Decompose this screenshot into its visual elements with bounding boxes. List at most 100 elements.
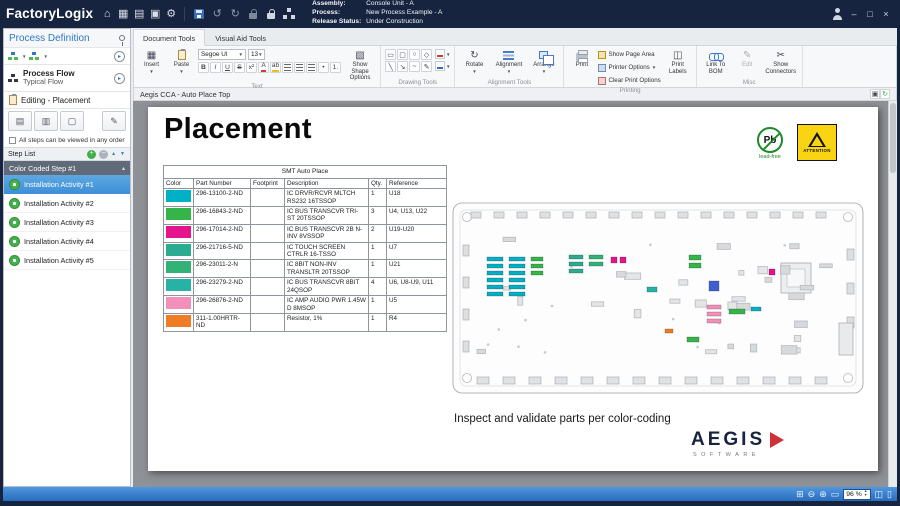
unlock-button[interactable] bbox=[244, 4, 262, 24]
open-flow-icon[interactable]: ▸ bbox=[114, 73, 125, 84]
step-item[interactable]: Installation Activity #5 bbox=[4, 251, 130, 270]
fit-width-icon[interactable]: ◫ bbox=[875, 490, 884, 499]
show-page-area-button[interactable]: Show Page Area bbox=[598, 49, 660, 60]
line-tool-button[interactable]: ╲ bbox=[385, 61, 396, 72]
flow-edit-icon[interactable] bbox=[32, 52, 36, 55]
sync-forward-button[interactable]: ↻ bbox=[226, 4, 244, 24]
square-shape-button[interactable]: ▢ bbox=[397, 49, 408, 60]
zoom-out-icon[interactable]: ⊖ bbox=[808, 490, 816, 499]
bullet-list-button[interactable]: • bbox=[318, 62, 329, 73]
chevron-down-icon[interactable]: ▼ bbox=[22, 54, 26, 59]
printer-options-icon bbox=[598, 64, 606, 72]
move-step-down-icon[interactable]: ▼ bbox=[120, 151, 126, 157]
chevron-down-icon[interactable]: ▼ bbox=[43, 54, 47, 59]
zoom-level-spinner[interactable]: 96 % ▲▼ bbox=[843, 489, 870, 500]
print-button[interactable]: Print bbox=[568, 47, 595, 86]
rectangle-shape-button[interactable]: ▭ bbox=[385, 49, 396, 60]
table-row: 296-23011-2-NIC 8BIT NON-INV TRANSLTR 20… bbox=[164, 260, 447, 278]
ellipse-shape-button[interactable]: ○ bbox=[409, 49, 420, 60]
step-item[interactable]: Installation Activity #4 bbox=[4, 232, 130, 251]
documents-icon[interactable]: ▤ bbox=[131, 7, 147, 20]
vertical-scrollbar[interactable] bbox=[888, 101, 897, 487]
line-color-dropdown[interactable]: ▼ bbox=[435, 61, 450, 71]
add-step-button[interactable]: + bbox=[87, 150, 96, 159]
alignment-button[interactable]: Alignment ▼ bbox=[492, 47, 525, 78]
printer-options-button[interactable]: Printer Options▼ bbox=[598, 62, 660, 73]
settings-gear-icon[interactable]: ⚙ bbox=[163, 7, 179, 20]
process-flow-row[interactable]: Process Flow Typical Flow ▸ bbox=[4, 65, 130, 91]
step-item[interactable]: Installation Activity #3 bbox=[4, 213, 130, 232]
document-canvas[interactable]: Placement SMT Auto Place ColorPart Numbe… bbox=[133, 101, 897, 487]
process-tree-button[interactable] bbox=[280, 4, 298, 24]
maximize-button[interactable]: □ bbox=[862, 9, 878, 19]
numbered-list-button[interactable]: 1. bbox=[330, 62, 341, 73]
step-item[interactable]: Installation Activity #1 bbox=[4, 175, 130, 194]
link-to-bom-button[interactable]: Link To BOM bbox=[701, 47, 731, 78]
collapse-icon[interactable]: ▴ bbox=[122, 165, 125, 172]
order-checkbox[interactable] bbox=[9, 137, 16, 144]
scrollbar-thumb[interactable] bbox=[890, 103, 896, 173]
pan-tool-icon[interactable]: ⊞ bbox=[796, 490, 804, 499]
flow-view-icon[interactable] bbox=[11, 52, 15, 55]
edit-button[interactable]: ✎ Edit bbox=[734, 47, 761, 78]
edit-document-button[interactable]: ✎ bbox=[102, 111, 126, 131]
fit-page-icon[interactable]: ▯ bbox=[887, 490, 892, 499]
library-icon[interactable]: ▣ bbox=[147, 7, 163, 20]
font-size-select[interactable]: 13▼ bbox=[248, 49, 265, 60]
zoom-in-icon[interactable]: ⊕ bbox=[819, 490, 827, 499]
tab-document-tools[interactable]: Document Tools bbox=[133, 29, 205, 46]
font-name-select[interactable]: Segoe UI▼ bbox=[198, 49, 246, 60]
align-center-button[interactable] bbox=[294, 62, 305, 73]
arrange-button[interactable]: Arrange ▼ bbox=[528, 47, 559, 78]
underline-button[interactable]: U bbox=[222, 62, 233, 73]
italic-button[interactable]: I bbox=[210, 62, 221, 73]
view-steps-button[interactable]: ▤ bbox=[8, 111, 32, 131]
rotate-button[interactable]: ↻ Rotate ▼ bbox=[459, 47, 489, 78]
table-row: 311-1.00HRTR-NDResistor, 1%1R4 bbox=[164, 313, 447, 331]
dashboard-icon[interactable]: ▦ bbox=[115, 7, 131, 20]
user-menu-button[interactable] bbox=[828, 4, 846, 24]
fill-color-dropdown[interactable]: ▼ bbox=[435, 49, 450, 59]
insert-button[interactable]: ▦ Insert ▼ bbox=[138, 47, 165, 82]
paste-button[interactable]: Paste ▼ bbox=[168, 47, 195, 82]
reference-cell: U6, U8-U9, U11 bbox=[387, 278, 447, 296]
footprint-cell bbox=[251, 242, 285, 260]
show-shape-options-button[interactable]: ▧ Show Shape Options bbox=[344, 47, 376, 82]
sync-back-button[interactable]: ↺ bbox=[208, 4, 226, 24]
titlebar-separator bbox=[184, 7, 185, 21]
close-button[interactable]: × bbox=[878, 9, 894, 19]
zoom-down-icon[interactable]: ▼ bbox=[864, 494, 868, 498]
tab-visual-aid-tools[interactable]: Visual Aid Tools bbox=[205, 29, 276, 45]
minimize-button[interactable]: – bbox=[846, 9, 862, 19]
lock-button[interactable] bbox=[262, 4, 280, 24]
save-button[interactable] bbox=[190, 4, 208, 24]
align-left-button[interactable] bbox=[282, 62, 293, 73]
group-label-alignment: Alignment Tools bbox=[459, 78, 559, 87]
polygon-shape-button[interactable]: ◇ bbox=[421, 49, 432, 60]
show-connectors-button[interactable]: ✂ Show Connectors bbox=[764, 47, 798, 78]
board-view-icon[interactable]: ▣ bbox=[870, 89, 880, 99]
refresh-document-icon[interactable]: ↻ bbox=[880, 89, 890, 99]
align-right-button[interactable] bbox=[306, 62, 317, 73]
superscript-button[interactable]: x² bbox=[246, 62, 257, 73]
curve-tool-button[interactable]: ~ bbox=[409, 61, 420, 72]
refresh-flow-icon[interactable]: ▸ bbox=[114, 51, 125, 62]
highlight-button[interactable]: ab bbox=[270, 62, 281, 73]
font-color-button[interactable]: A bbox=[258, 62, 269, 73]
edit-steps-button[interactable]: ▥ bbox=[34, 111, 58, 131]
preview-button[interactable]: ▢ bbox=[60, 111, 84, 131]
zoom-select-icon[interactable]: ▭ bbox=[831, 490, 840, 499]
arrow-tool-button[interactable]: ↘ bbox=[397, 61, 408, 72]
home-icon[interactable]: ⌂ bbox=[99, 8, 115, 20]
clear-print-options-button[interactable]: Clear Print Options bbox=[598, 75, 660, 86]
move-step-up-icon[interactable]: ▲ bbox=[111, 151, 117, 157]
strikethrough-button[interactable]: S bbox=[234, 62, 245, 73]
bold-button[interactable]: B bbox=[198, 62, 209, 73]
brand-arrow-icon bbox=[770, 432, 784, 448]
print-labels-button[interactable]: ◫ Print Labels bbox=[664, 47, 692, 86]
remove-step-button[interactable]: − bbox=[99, 150, 108, 159]
pencil-tool-button[interactable]: ✎ bbox=[421, 61, 432, 72]
step-group-header[interactable]: Color Coded Step #1 ▴ bbox=[4, 161, 130, 175]
step-item[interactable]: Installation Activity #2 bbox=[4, 194, 130, 213]
pin-icon[interactable] bbox=[119, 35, 125, 41]
